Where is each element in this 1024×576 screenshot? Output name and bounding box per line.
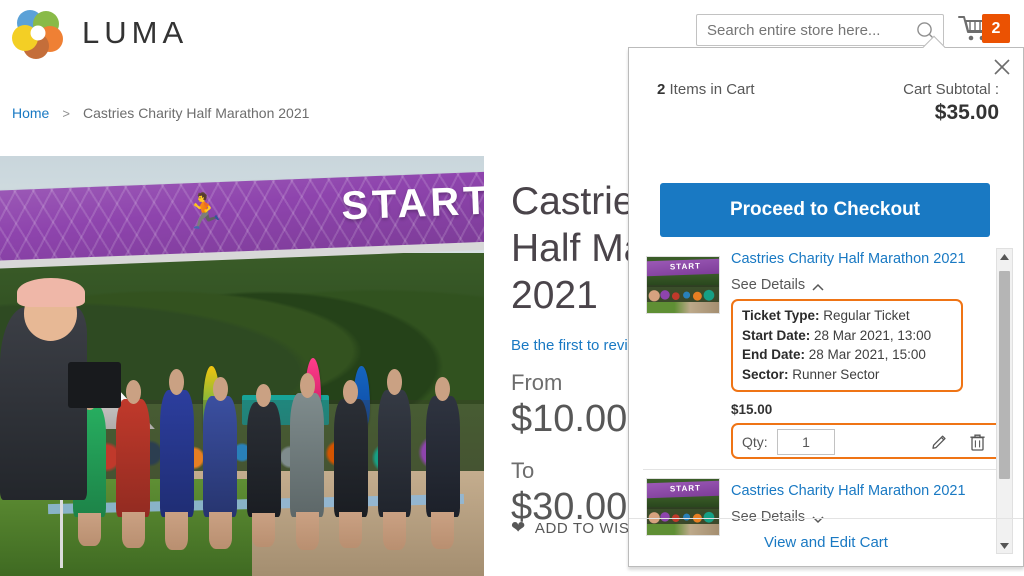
- option-value: Regular Ticket: [823, 308, 910, 323]
- breadcrumb: Home > Castries Charity Half Marathon 20…: [12, 105, 309, 121]
- cart-item-name-link[interactable]: Castries Charity Half Marathon 2021: [731, 482, 1010, 500]
- qty-label: Qty:: [742, 434, 768, 450]
- option-label: Ticket Type:: [742, 308, 820, 323]
- qty-input[interactable]: [777, 429, 835, 455]
- pencil-edit-icon[interactable]: [930, 433, 949, 452]
- items-in-cart-text: 2 Items in Cart: [657, 81, 755, 98]
- cart-count-badge[interactable]: 2: [982, 14, 1010, 43]
- minicart-summary: 2 Items in Cart Cart Subtotal : $35.00: [629, 72, 1023, 134]
- option-value: Runner Sector: [792, 366, 880, 382]
- cart-item: START Castries Charity Half Marathon 202…: [643, 248, 1010, 469]
- page-root: LUMA 2 Home >: [0, 0, 1024, 576]
- minicart-footer: View and Edit Cart: [629, 518, 1023, 566]
- cart-item-options-box: Ticket Type: Regular Ticket Start Date: …: [731, 299, 963, 392]
- thumb-banner-text: START: [669, 261, 701, 272]
- image-runner: [159, 369, 194, 550]
- product-main-image[interactable]: START 🏃: [0, 156, 484, 576]
- image-runner: [203, 376, 238, 550]
- image-runner: [246, 383, 281, 547]
- cart-item-qty-box: Qty:: [731, 423, 1003, 459]
- logo-text: LUMA: [82, 15, 189, 50]
- chevron-up-icon: [812, 280, 824, 291]
- proceed-to-checkout-button[interactable]: Proceed to Checkout: [660, 183, 990, 237]
- image-banner-runner-graphic: 🏃: [181, 191, 226, 232]
- thumb-banner-text: START: [669, 483, 701, 494]
- image-camera: [67, 361, 121, 408]
- option-row: End Date: 28 Mar 2021, 15:00: [742, 345, 952, 365]
- cart-item-name-link[interactable]: Castries Charity Half Marathon 2021: [731, 250, 1010, 268]
- scrollbar-thumb[interactable]: [999, 271, 1010, 479]
- cart-item-price: $15.00: [731, 402, 773, 417]
- image-runner: [377, 369, 412, 550]
- option-value: 28 Mar 2021, 13:00: [814, 327, 932, 343]
- thumb-start-banner: START: [647, 481, 719, 499]
- option-label: Start Date:: [742, 327, 811, 343]
- items-in-cart-count: 2: [657, 81, 666, 98]
- trash-delete-icon[interactable]: [968, 432, 987, 452]
- see-details-toggle[interactable]: See Details: [731, 277, 1010, 293]
- image-banner-text: START: [340, 178, 484, 229]
- breadcrumb-home-link[interactable]: Home: [12, 105, 49, 121]
- option-label: Sector:: [742, 366, 789, 382]
- search-box[interactable]: [696, 14, 944, 46]
- cart-item-body: Castries Charity Half Marathon 2021 See …: [731, 250, 1010, 459]
- option-row: Ticket Type: Regular Ticket: [742, 306, 952, 326]
- minicart-dropdown: 2 Items in Cart Cart Subtotal : $35.00 P…: [628, 35, 1024, 567]
- minicart-scrollbar[interactable]: [996, 248, 1013, 554]
- image-runner: [290, 372, 325, 551]
- items-in-cart-label: Items in Cart: [669, 81, 755, 98]
- view-and-edit-cart-link[interactable]: View and Edit Cart: [764, 534, 888, 551]
- image-runner: [116, 380, 151, 549]
- luma-flower-logo-icon: [12, 7, 64, 59]
- search-input[interactable]: [697, 15, 909, 45]
- minicart-items-list: START Castries Charity Half Marathon 202…: [643, 248, 1010, 554]
- image-runner: [425, 376, 460, 550]
- cart-subtotal-value: $35.00: [934, 101, 999, 124]
- heart-icon: ❤: [511, 518, 526, 537]
- cart-subtotal-label: Cart Subtotal :: [903, 81, 999, 98]
- logo[interactable]: LUMA: [12, 7, 188, 59]
- see-details-label: See Details: [731, 277, 806, 293]
- breadcrumb-separator-icon: >: [62, 105, 70, 121]
- option-row: Sector: Runner Sector: [742, 365, 952, 385]
- option-value: 28 Mar 2021, 15:00: [808, 347, 926, 362]
- scroll-up-arrow-icon[interactable]: [997, 249, 1012, 265]
- cart-item-thumbnail[interactable]: START: [646, 256, 720, 314]
- breadcrumb-current: Castries Charity Half Marathon 2021: [82, 105, 310, 121]
- thumb-ground: [647, 301, 719, 313]
- option-label: End Date:: [742, 347, 806, 362]
- option-row: Start Date: 28 Mar 2021, 13:00: [742, 326, 952, 346]
- image-runner: [333, 380, 368, 549]
- thumb-crowd: [647, 285, 719, 304]
- image-photographer-hat: [16, 277, 85, 308]
- thumb-start-banner: START: [647, 259, 719, 277]
